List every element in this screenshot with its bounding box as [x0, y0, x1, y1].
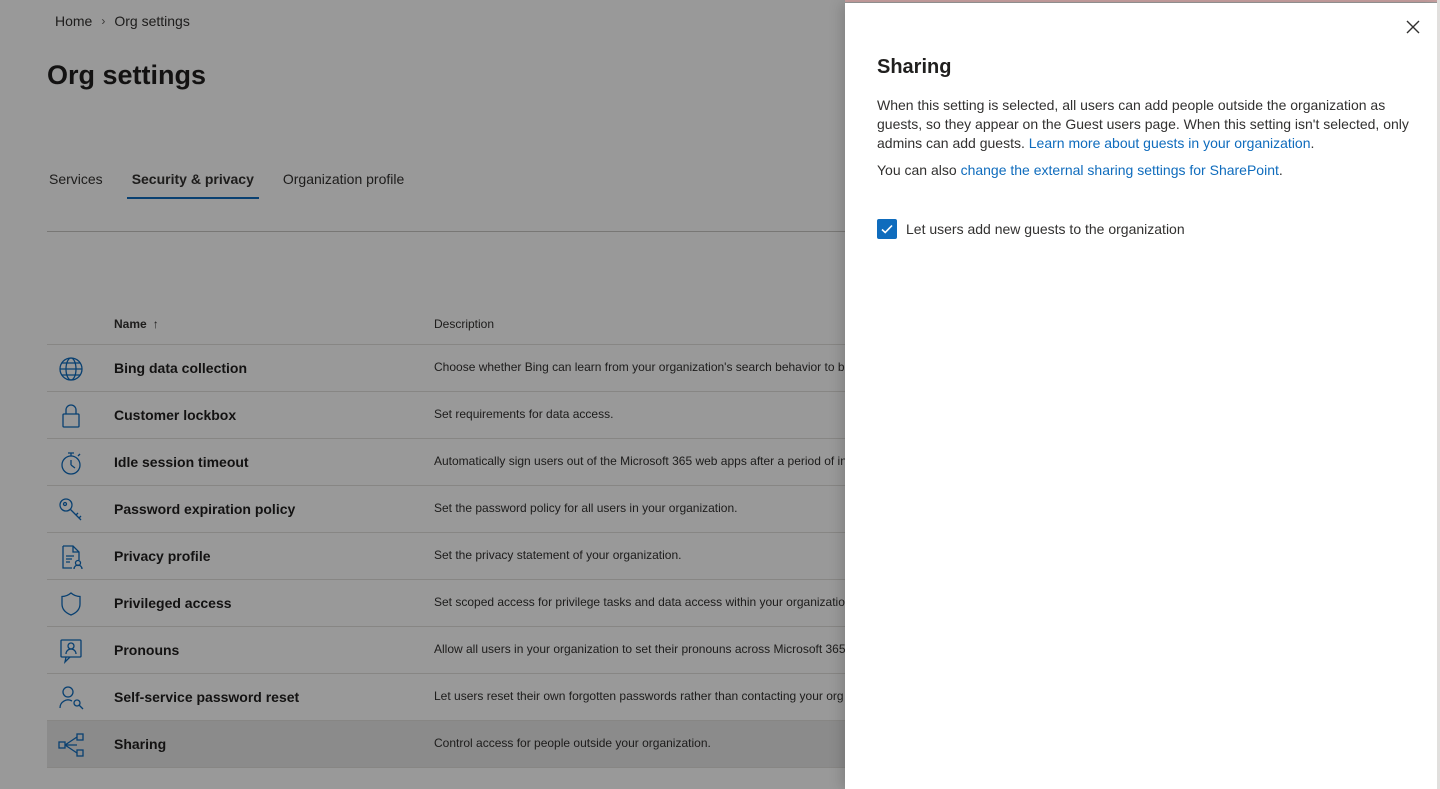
sharing-panel: Sharing When this setting is selected, a…	[845, 3, 1438, 789]
allow-guests-label: Let users add new guests to the organiza…	[906, 221, 1185, 237]
learn-more-link[interactable]: Learn more about guests in your organiza…	[1029, 135, 1311, 151]
top-accent-bar	[845, 0, 1440, 2]
panel-sharepoint-note: You can also change the external sharing…	[877, 162, 1283, 178]
checkmark-icon	[881, 224, 893, 234]
sharepoint-settings-link[interactable]: change the external sharing settings for…	[961, 162, 1279, 178]
allow-guests-checkbox[interactable]	[877, 219, 897, 239]
panel-body: When this setting is selected, all users…	[877, 96, 1412, 188]
panel-title: Sharing	[877, 56, 952, 78]
allow-guests-option[interactable]: Let users add new guests to the organiza…	[877, 219, 1185, 239]
close-icon[interactable]	[1404, 18, 1422, 36]
panel-sharepoint-prefix: You can also	[877, 162, 957, 178]
panel-description: When this setting is selected, all users…	[877, 97, 1409, 151]
